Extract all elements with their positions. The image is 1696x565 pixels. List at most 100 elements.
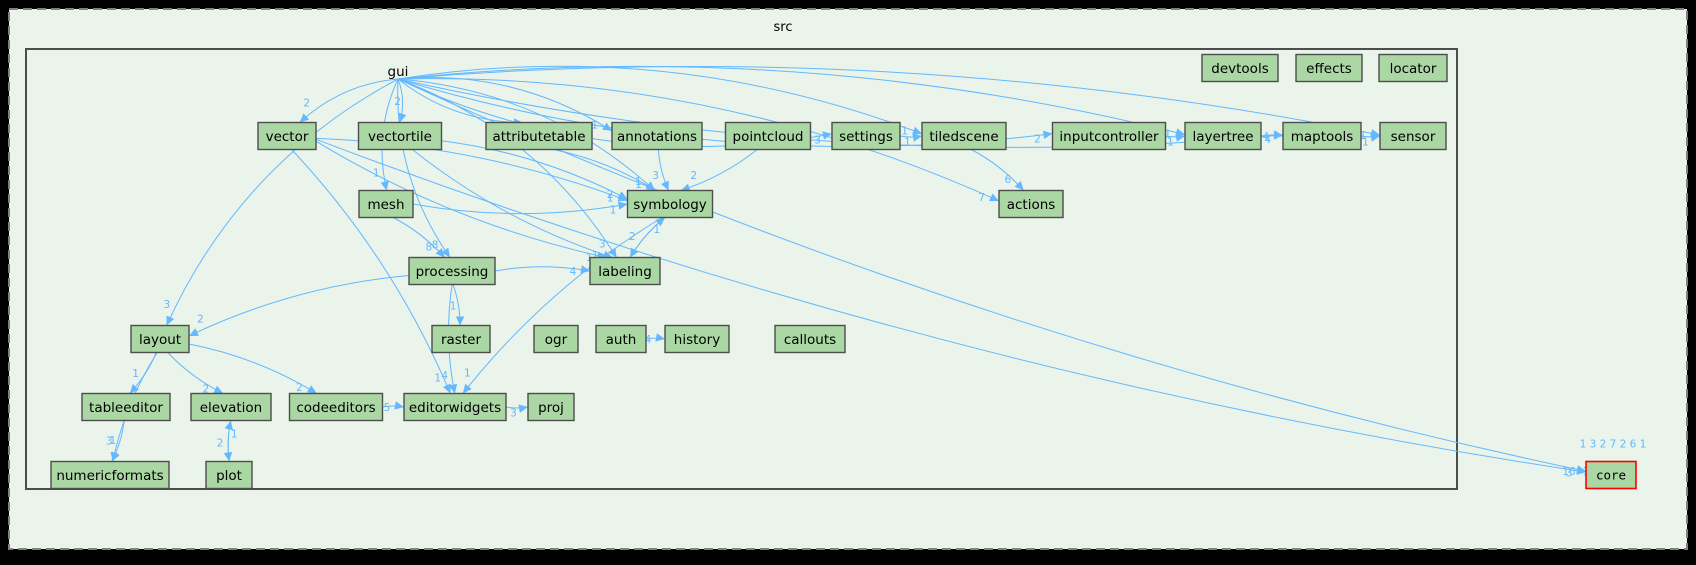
node-label-plot: plot bbox=[216, 468, 242, 484]
node-label-settings: settings bbox=[839, 129, 893, 145]
edge-count-label: 1 bbox=[635, 179, 642, 191]
node-locator[interactable]: locator bbox=[1378, 53, 1448, 83]
cluster-inner-boundary bbox=[25, 48, 1458, 490]
node-label-sensor: sensor bbox=[1391, 129, 1436, 145]
node-label-proj: proj bbox=[538, 400, 564, 416]
edge-count-label: 1 bbox=[132, 368, 139, 380]
edge-count-label: 1 bbox=[464, 368, 471, 380]
node-tableeditor[interactable]: tableeditor bbox=[81, 392, 171, 422]
node-label-annotations: annotations bbox=[617, 129, 697, 145]
node-label-layertree: layertree bbox=[1192, 129, 1253, 145]
edge-count-label: 3 bbox=[163, 299, 170, 311]
node-actions[interactable]: actions bbox=[998, 189, 1064, 219]
node-symbology[interactable]: symbology bbox=[626, 189, 714, 219]
core-edge-count-label: 6 bbox=[1630, 439, 1637, 451]
node-label-devtools: devtools bbox=[1211, 61, 1268, 77]
node-core[interactable]: core bbox=[1585, 460, 1637, 490]
node-label-core: core bbox=[1596, 468, 1626, 483]
edge-count-label: 1 bbox=[1362, 137, 1369, 149]
node-effects[interactable]: effects bbox=[1295, 53, 1363, 83]
edge-count-label: 2 bbox=[607, 189, 614, 201]
node-raster[interactable]: raster bbox=[431, 324, 491, 354]
dependency-graph-svg: src 226131214111833716111321132161418112… bbox=[8, 8, 1688, 550]
node-label-mesh: mesh bbox=[367, 197, 404, 213]
node-maptools[interactable]: maptools bbox=[1282, 121, 1362, 151]
node-auth[interactable]: auth bbox=[595, 324, 647, 354]
edge-count-label: 1 bbox=[654, 224, 661, 236]
node-label-tiledscene: tiledscene bbox=[929, 129, 998, 145]
edge-count-label: 4 bbox=[570, 266, 577, 278]
diagram-canvas: src 226131214111833716111321132161418112… bbox=[0, 0, 1696, 565]
node-labeling[interactable]: labeling bbox=[589, 256, 661, 286]
node-label-vectortile: vectortile bbox=[368, 129, 432, 145]
node-layout[interactable]: layout bbox=[130, 324, 190, 354]
edge-count-label: 3 bbox=[510, 408, 517, 420]
node-label-pointcloud: pointcloud bbox=[733, 129, 804, 145]
edge-count-label: 2 bbox=[296, 382, 303, 394]
edge-count-label: 8 bbox=[425, 241, 432, 253]
node-settings[interactable]: settings bbox=[831, 121, 901, 151]
node-pointcloud[interactable]: pointcloud bbox=[724, 121, 812, 151]
node-numericformats[interactable]: numericformats bbox=[50, 460, 170, 490]
node-label-inputcontroller: inputcontroller bbox=[1059, 129, 1159, 145]
node-editorwidgets[interactable]: editorwidgets bbox=[403, 392, 507, 422]
edge-count-label: 1 bbox=[450, 300, 457, 312]
node-callouts[interactable]: callouts bbox=[774, 324, 846, 354]
edge-count-label: 1 bbox=[231, 429, 238, 441]
node-layertree[interactable]: layertree bbox=[1184, 121, 1262, 151]
edge-count-label: 2 bbox=[303, 98, 310, 110]
node-label-attributetable: attributetable bbox=[492, 129, 585, 145]
edge-count-label: 3 bbox=[652, 170, 659, 182]
edge-count-label: 6 bbox=[1004, 174, 1011, 186]
node-label-callouts: callouts bbox=[784, 332, 836, 348]
edge-count-label: 7 bbox=[978, 192, 985, 204]
node-label-processing: processing bbox=[416, 264, 489, 280]
node-label-vector: vector bbox=[266, 129, 309, 145]
node-label-effects: effects bbox=[1306, 61, 1352, 77]
node-label-maptools: maptools bbox=[1291, 129, 1354, 145]
node-mesh[interactable]: mesh bbox=[358, 189, 414, 219]
node-label-elevation: elevation bbox=[200, 400, 262, 416]
edge-count-label: 3 bbox=[1566, 468, 1573, 480]
node-proj[interactable]: proj bbox=[527, 392, 575, 422]
edge-count-label: 1 bbox=[610, 205, 617, 217]
node-label-codeeditors: codeeditors bbox=[296, 400, 375, 416]
node-ogr[interactable]: ogr bbox=[533, 324, 579, 354]
cluster-title: src bbox=[774, 20, 793, 35]
core-edge-count-label: 2 bbox=[1600, 439, 1607, 451]
core-edge-count-label: 7 bbox=[1610, 439, 1617, 451]
node-codeeditors[interactable]: codeeditors bbox=[288, 392, 384, 422]
node-processing[interactable]: processing bbox=[408, 256, 496, 286]
node-inputcontroller[interactable]: inputcontroller bbox=[1051, 121, 1167, 151]
node-vector[interactable]: vector bbox=[257, 121, 317, 151]
node-label-labeling: labeling bbox=[598, 264, 652, 280]
edge-count-label: 2 bbox=[217, 438, 224, 450]
node-label-symbology: symbology bbox=[633, 197, 707, 213]
node-label-locator: locator bbox=[1390, 61, 1437, 77]
core-edge-count-label: 2 bbox=[1620, 439, 1627, 451]
node-label-gui: gui bbox=[388, 64, 409, 80]
node-devtools[interactable]: devtools bbox=[1201, 53, 1279, 83]
core-edge-count-label: 3 bbox=[1590, 439, 1597, 451]
edge-count-label: 5 bbox=[384, 402, 391, 414]
edge-count-label: 2 bbox=[690, 170, 697, 182]
node-sensor[interactable]: sensor bbox=[1379, 121, 1447, 151]
node-tiledscene[interactable]: tiledscene bbox=[921, 121, 1007, 151]
node-plot[interactable]: plot bbox=[205, 460, 253, 490]
edge-count-label: 1 bbox=[904, 137, 911, 149]
node-history[interactable]: history bbox=[664, 324, 730, 354]
node-vectortile[interactable]: vectortile bbox=[357, 121, 443, 151]
node-elevation[interactable]: elevation bbox=[190, 392, 272, 422]
node-label-tableeditor: tableeditor bbox=[89, 400, 163, 416]
edge-count-label: 2 bbox=[1034, 134, 1041, 146]
edge-count-label: 1 bbox=[1167, 137, 1174, 149]
node-label-history: history bbox=[674, 332, 720, 348]
node-label-editorwidgets: editorwidgets bbox=[409, 400, 501, 416]
node-label-raster: raster bbox=[441, 332, 481, 348]
node-attributetable[interactable]: attributetable bbox=[485, 121, 593, 151]
node-annotations[interactable]: annotations bbox=[611, 121, 703, 151]
node-label-actions: actions bbox=[1007, 197, 1056, 213]
node-label-ogr: ogr bbox=[545, 332, 568, 348]
node-label-layout: layout bbox=[139, 332, 181, 348]
node-gui[interactable]: gui bbox=[388, 64, 409, 80]
